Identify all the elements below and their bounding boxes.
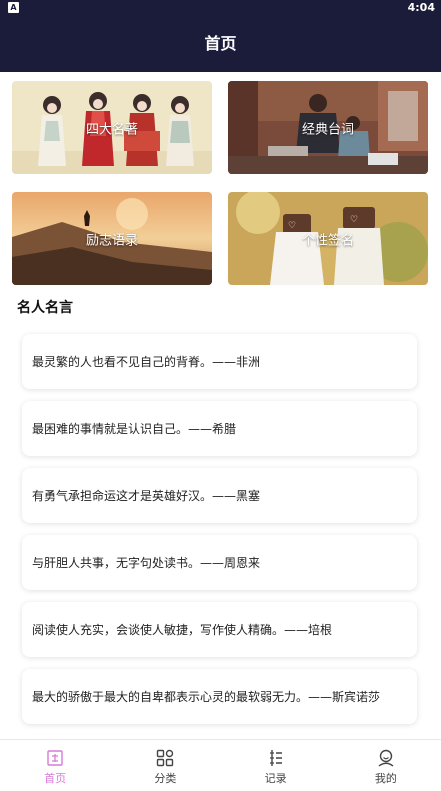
category-grid-icon [157,749,174,767]
category-label: 个性签名 [301,233,354,248]
quote-item[interactable]: 与肝胆人共事，无字句处读书。——周恩来 [22,535,417,590]
svg-text:♡: ♡ [350,215,358,225]
status-time: 4:04 [407,1,435,14]
tab-category[interactable]: 分类 [110,740,220,791]
category-label: 经典台词 [301,122,354,137]
category-label: 励志语录 [85,233,138,248]
tab-profile[interactable]: 我的 [331,740,441,791]
quote-item[interactable]: 最大的骄傲于最大的自卑都表示心灵的最软弱无力。——斯宾诺莎 [22,669,417,724]
tab-home[interactable]: 首页 [0,740,110,791]
section-title: 名人名言 [17,300,73,316]
category-card-movie-lines[interactable]: 经典台词 [228,81,428,174]
tab-label: 首页 [44,772,67,785]
tab-record[interactable]: 记录 [221,740,331,791]
bottom-tab-bar: 首页 分类 记录 我的 [0,739,441,791]
quote-item[interactable]: 最困难的事情就是认识自己。——希腊 [22,401,417,456]
category-card-classics[interactable]: 四大名著 [12,81,212,174]
category-card-inspirational[interactable]: 励志语录 [12,192,212,285]
quote-item[interactable]: 有勇气承担命运这才是英雄好汉。——黑塞 [22,468,417,523]
app-header: 首页 [0,16,441,72]
quote-item[interactable]: 阅读使人充实，会谈使人敏捷，写作使人精确。——培根 [22,602,417,657]
tab-label: 我的 [374,772,397,785]
page-title: 首页 [204,34,237,53]
tab-label: 分类 [154,772,177,785]
category-label: 四大名著 [85,122,138,137]
record-icon [269,750,282,766]
category-card-personal-signature[interactable]: ♡ ♡ 个性签名 [228,192,428,285]
profile-icon [378,749,394,767]
quote-item[interactable]: 最灵繁的人也看不见自己的背脊。——非洲 [22,334,417,389]
home-icon [47,750,63,766]
app-notification-icon: A [8,2,19,13]
status-bar: A 4:04 [0,0,441,16]
tab-label: 记录 [264,772,287,785]
